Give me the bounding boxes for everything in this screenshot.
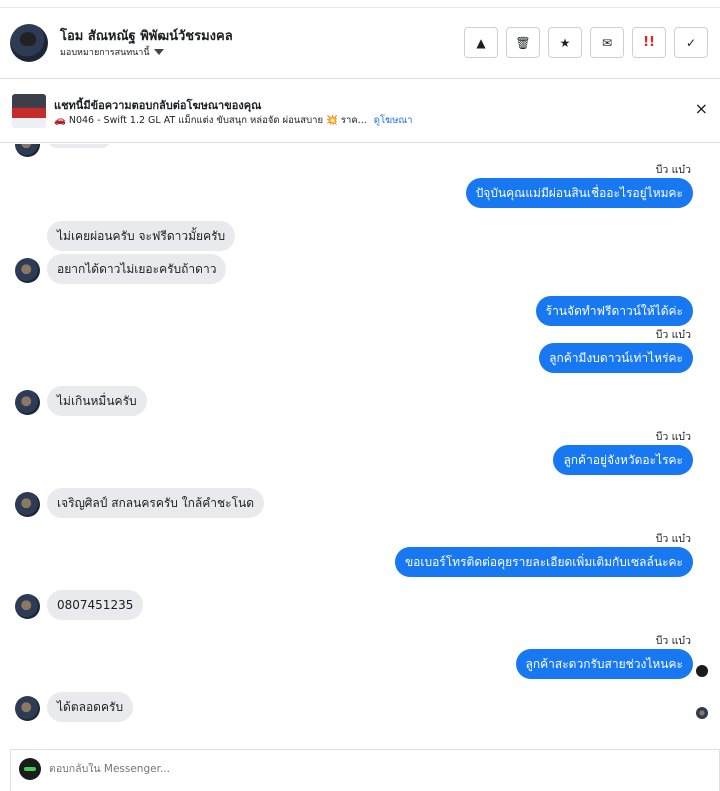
- ad-banner-subtitle: 🚗 N046 - Swift 1.2 GL AT แม็กแต่ง ขับสนุ…: [54, 113, 413, 128]
- message-bubble-out: ลูกค้าสะดวกรับสายช่วงไหนคะ: [515, 649, 693, 679]
- message-bubble-in: เจริญศิลป์ สกลนครครับ ใกล้คำชะโนด: [47, 488, 265, 518]
- message-bubble-out: ลูกค้ามีงบดาวน์เท่าไหร่คะ: [539, 343, 693, 373]
- message-bubble-out: ปัจุบันคุณแม่มีผ่อนสินเชื่ออะไรอยู่ไหมคะ: [465, 178, 693, 208]
- top-divider: [0, 0, 720, 8]
- warning-icon: ▲: [476, 35, 486, 50]
- sender-avatar: [15, 696, 40, 721]
- customer-read-receipt-avatar: [696, 707, 708, 719]
- message-bubble-in: อยากได้ดาวไม่เยอะครับถ้าดาว: [47, 254, 227, 284]
- check-icon: ✓: [685, 35, 697, 50]
- conversation-header: โอม สัณหณัฐ พิพัฒน์วัชรมงคล มอบหมายการสน…: [0, 8, 720, 79]
- sender-avatar: [15, 492, 40, 517]
- ad-thumbnail[interactable]: [12, 94, 46, 128]
- seen-label: บีว แบ๋ว: [655, 329, 691, 341]
- ad-reply-banner: แชทนี้มีข้อความตอบกลับต่อโฆษณาของคุณ 🚗 N…: [0, 80, 720, 143]
- message-bubble-in: ได้ตลอดครับ: [47, 692, 134, 722]
- delete-button[interactable]: 🗑: [506, 27, 540, 58]
- star-icon: ★: [559, 35, 571, 50]
- ad-description: 🚗 N046 - Swift 1.2 GL AT แม็กแต่ง ขับสนุ…: [54, 115, 367, 126]
- view-ad-link[interactable]: ดูโฆษณา: [374, 115, 413, 126]
- contact-name[interactable]: โอม สัณหณัฐ พิพัฒน์วัชรมงคล: [60, 25, 233, 46]
- seen-label: บีว แบ๋ว: [655, 635, 691, 647]
- message-bubble-out: ขอเบอร์โทรติดต่อคุยรายละเอียดเพิ่มเติมกั…: [394, 547, 693, 577]
- message-bubble-out: ร้านจัดทำฟรีดาวน์ให้ได้ค่ะ: [535, 296, 693, 326]
- sender-avatar: [15, 144, 40, 157]
- seen-label: บีว แบ๋ว: [655, 533, 691, 545]
- reply-composer: [10, 749, 720, 791]
- ad-banner-title: แชทนี้มีข้อความตอบกลับต่อโฆษณาของคุณ: [54, 99, 262, 112]
- mark-unread-button[interactable]: ✉: [590, 27, 624, 58]
- message-bubble-out: ลูกค้าอยู่จังหวัดอะไรคะ: [553, 445, 693, 475]
- assign-label: มอบหมายการสนทนานี้: [60, 48, 150, 58]
- report-button[interactable]: ▲: [464, 27, 498, 58]
- contact-avatar[interactable]: [10, 24, 48, 62]
- page-avatar: [19, 758, 41, 780]
- assign-conversation-dropdown[interactable]: มอบหมายการสนทนานี้: [60, 45, 164, 59]
- caret-down-icon: [153, 49, 164, 55]
- message-bubble-cut: [47, 144, 111, 148]
- message-thread[interactable]: บีว แบ๋ว ปัจุบันคุณแม่มีผ่อนสินเชื่ออะไร…: [0, 144, 720, 746]
- reply-input[interactable]: [49, 763, 349, 775]
- message-bubble-in: ไม่เกินหมื่นครับ: [47, 386, 147, 416]
- envelope-icon: ✉: [601, 35, 613, 50]
- message-bubble-in: ไม่เคยผ่อนครับ จะฟรีดาวมั้ยครับ: [47, 221, 236, 251]
- trash-icon: 🗑: [515, 35, 531, 50]
- message-bubble-in: 0807451235: [47, 590, 144, 620]
- spam-button[interactable]: !!: [632, 27, 666, 58]
- header-actions: ▲ 🗑 ★ ✉ !! ✓: [464, 27, 708, 58]
- star-button[interactable]: ★: [548, 27, 582, 58]
- page-read-receipt-avatar: [696, 665, 708, 677]
- seen-label: บีว แบ๋ว: [655, 431, 691, 443]
- sender-avatar: [15, 258, 40, 283]
- sender-avatar: [15, 390, 40, 415]
- done-button[interactable]: ✓: [674, 27, 708, 58]
- spam-icon: !!: [643, 35, 655, 50]
- close-icon[interactable]: ×: [695, 101, 708, 117]
- seen-label: บีว แบ๋ว: [655, 164, 691, 176]
- sender-avatar: [15, 594, 40, 619]
